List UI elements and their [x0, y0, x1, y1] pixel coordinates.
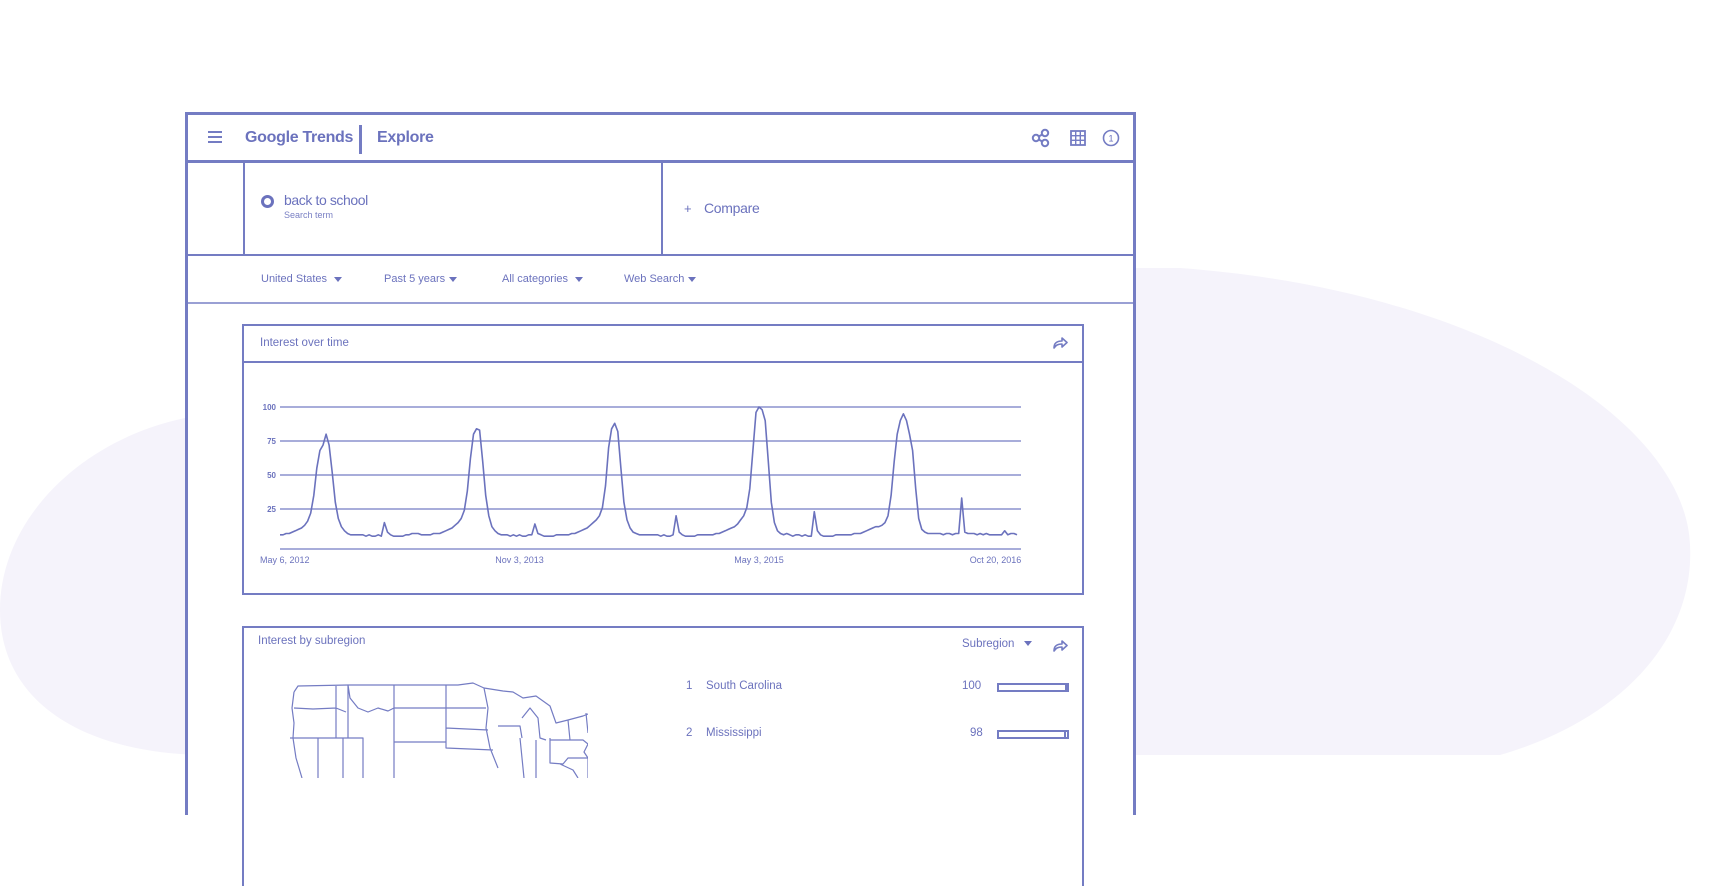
subregion-rank: 2	[686, 727, 693, 739]
term-color-dot-icon	[261, 195, 274, 208]
subregion-value: 100	[962, 680, 982, 692]
x-tick-label: May 3, 2015	[734, 555, 784, 565]
region-dropdown[interactable]: United States	[261, 273, 343, 285]
region-dropdown-label: United States	[261, 273, 328, 285]
series-line-back-to-school[interactable]	[280, 406, 1018, 537]
resolution-dropdown[interactable]: Subregion	[962, 638, 1033, 650]
plus-icon: +	[684, 201, 692, 216]
share-arrow-icon[interactable]	[1052, 639, 1068, 653]
search-left-divider	[243, 163, 245, 254]
chevron-down-icon	[334, 276, 343, 282]
notifications-icon[interactable]: 1	[1101, 128, 1121, 148]
header-divider	[359, 125, 362, 154]
search-term-value[interactable]: back to school	[284, 192, 368, 208]
interest-by-subregion-card: Interest by subregion Subregion 1 South C…	[242, 626, 1084, 886]
time-range-dropdown-label: Past 5 years	[384, 273, 446, 285]
map-state-lines	[290, 684, 588, 778]
y-tick-label: 100	[263, 403, 277, 412]
card-title: Interest over time	[260, 337, 349, 349]
y-tick-label: 25	[267, 505, 276, 514]
chevron-down-icon	[1024, 641, 1033, 647]
share-arrow-icon[interactable]	[1052, 336, 1068, 350]
category-dropdown[interactable]: All categories	[502, 273, 584, 285]
subregion-rank: 1	[686, 680, 693, 692]
search-compare-divider	[661, 163, 663, 254]
chevron-down-icon	[449, 276, 458, 282]
chevron-down-icon	[688, 276, 697, 282]
x-tick-label: May 6, 2012	[260, 555, 310, 565]
interest-over-time-card: Interest over time 25 50 75 100 May 6, 2012 N…	[242, 324, 1084, 595]
trends-window: Google Trends Explore 1 back to school S…	[185, 112, 1136, 886]
apps-grid-icon[interactable]	[1068, 128, 1088, 148]
menu-icon[interactable]	[208, 131, 222, 143]
app-header: Google Trends Explore 1	[188, 115, 1133, 163]
filter-bar: United States Past 5 years All categorie…	[188, 256, 1133, 304]
search-type-dropdown[interactable]: Web Search	[624, 273, 697, 285]
interest-line-chart: 25 50 75 100 May 6, 2012 Nov 3, 2013 May 3, 20…	[260, 403, 1022, 565]
bar-fill-marker	[1065, 683, 1067, 692]
search-row: back to school Search term + Compare	[188, 163, 1133, 256]
subregion-name[interactable]: Mississippi	[706, 727, 762, 739]
subregion-name[interactable]: South Carolina	[706, 680, 782, 692]
x-tick-label: Oct 20, 2016	[970, 555, 1022, 565]
share-icon[interactable]	[1031, 128, 1051, 148]
subregion-value: 98	[970, 727, 983, 739]
bar-fill-marker	[1064, 730, 1066, 739]
card-header: Interest over time	[244, 326, 1082, 363]
subregion-value-bar	[997, 730, 1069, 739]
us-map[interactable]	[288, 678, 588, 778]
chevron-down-icon	[575, 276, 584, 282]
notification-count: 1	[1108, 134, 1113, 144]
card-title: Interest by subregion	[258, 635, 366, 647]
map-outline	[293, 682, 588, 778]
map-west-coast	[291, 691, 303, 778]
search-term-type: Search term	[284, 210, 334, 220]
time-range-dropdown[interactable]: Past 5 years	[384, 273, 458, 285]
search-type-dropdown-label: Web Search	[624, 273, 685, 285]
x-tick-label: Nov 3, 2013	[495, 555, 544, 565]
subregion-value-bar	[997, 683, 1069, 692]
brand-logo[interactable]: Google Trends	[245, 129, 353, 147]
page-title: Explore	[377, 129, 434, 146]
y-tick-label: 75	[267, 437, 276, 446]
y-tick-label: 50	[267, 471, 276, 480]
compare-label[interactable]: Compare	[704, 200, 760, 216]
resolution-dropdown-label: Subregion	[962, 638, 1015, 650]
category-dropdown-label: All categories	[502, 273, 569, 285]
